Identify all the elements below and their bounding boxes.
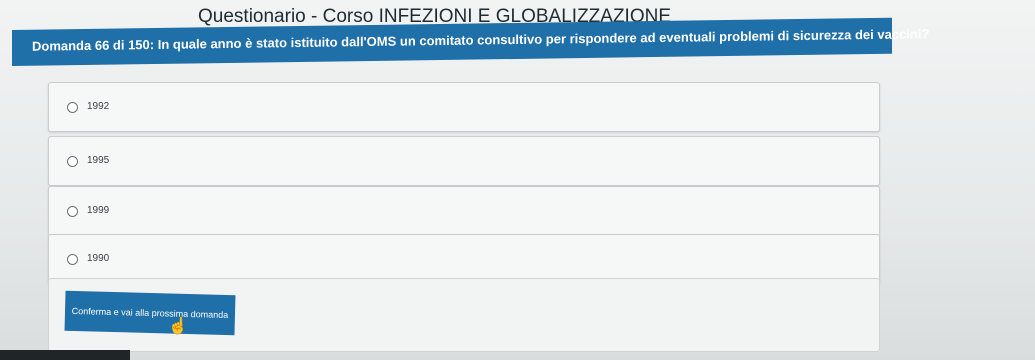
hand-pointer-icon: ☝ (168, 318, 188, 335)
radio-button[interactable] (67, 156, 78, 167)
answer-option-label: 1990 (87, 253, 110, 264)
radio-button[interactable] (67, 254, 78, 265)
answer-option-label: 1995 (87, 155, 110, 166)
confirm-next-button[interactable]: Conferma e vai alla prossima domanda (64, 290, 236, 336)
answer-option-3[interactable]: 1999 (48, 186, 880, 236)
submit-panel: Conferma e vai alla prossima domanda (48, 278, 880, 352)
answer-option-4[interactable]: 1990 (48, 234, 880, 284)
radio-button[interactable] (67, 206, 78, 217)
question-text: Domanda 66 di 150: In quale anno è stato… (32, 26, 930, 54)
answer-option-2[interactable]: 1995 (48, 136, 880, 186)
answer-option-label: 1999 (87, 205, 110, 216)
screen-edge (0, 350, 130, 360)
answer-option-1[interactable]: 1992 (48, 82, 880, 132)
radio-button[interactable] (67, 102, 78, 113)
answer-option-label: 1992 (87, 101, 110, 112)
